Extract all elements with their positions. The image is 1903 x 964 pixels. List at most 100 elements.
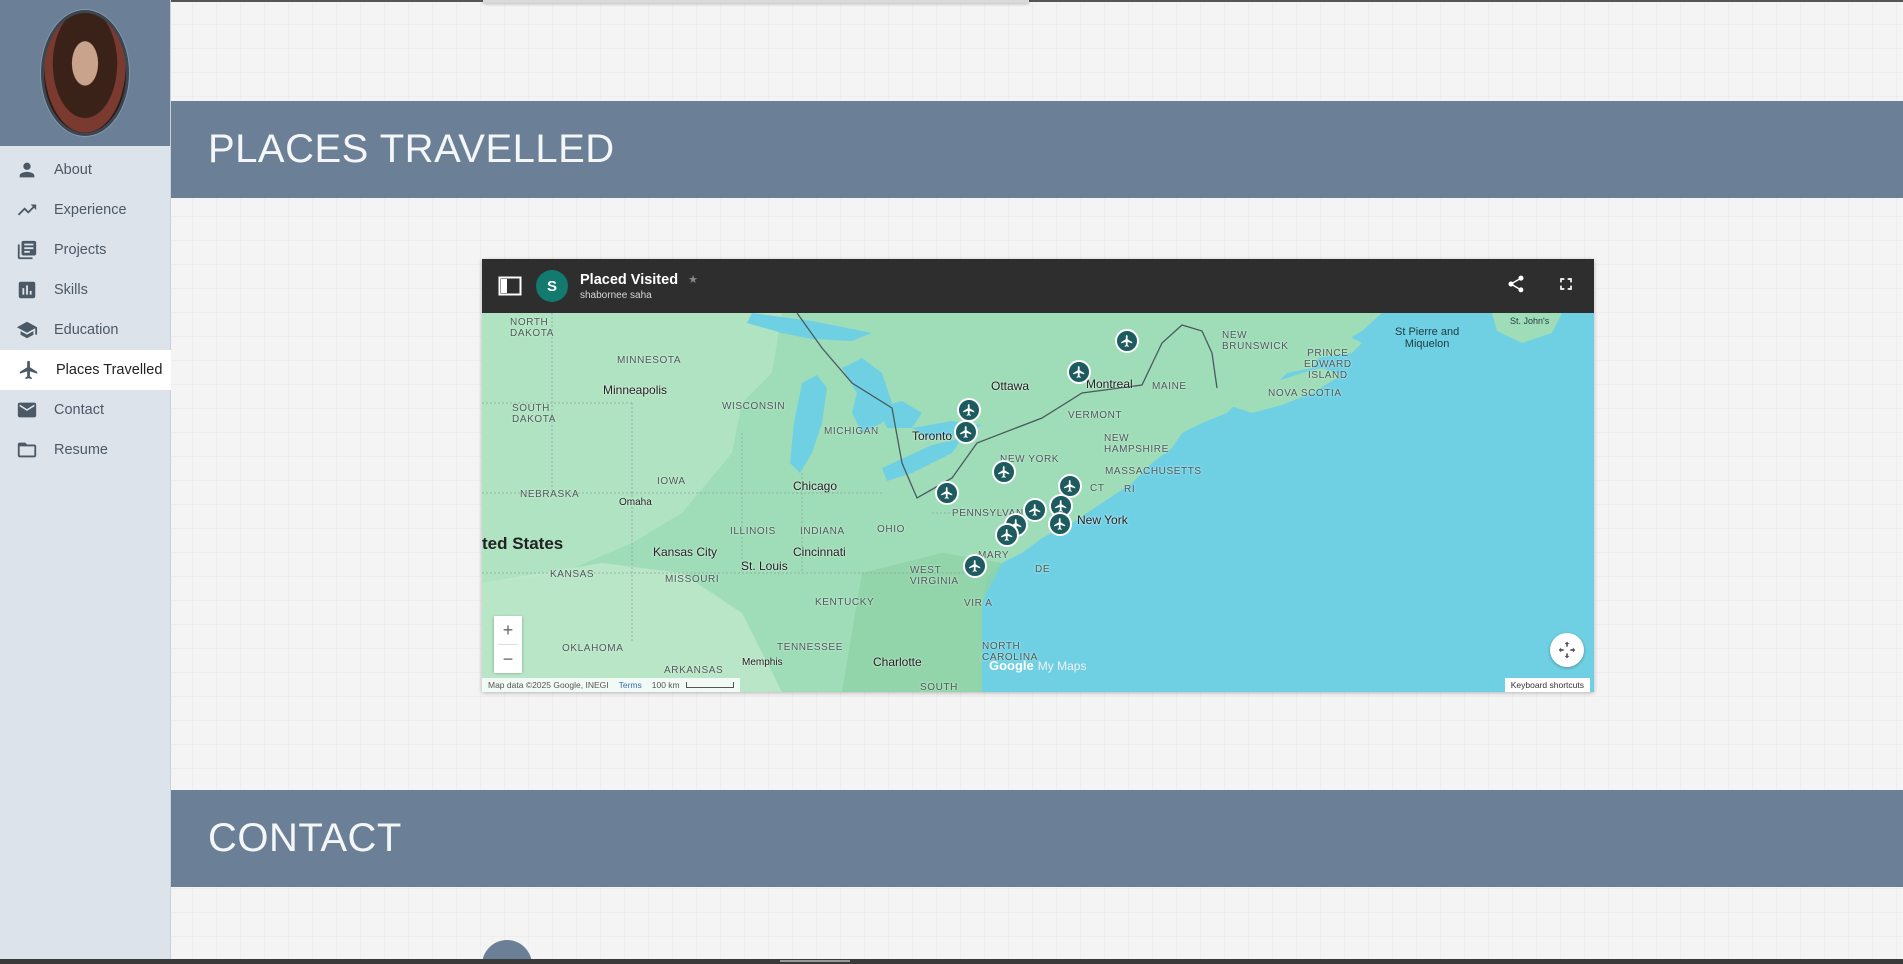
- share-icon[interactable]: [1506, 274, 1526, 299]
- scale-label: 100 km: [652, 680, 734, 690]
- school-icon: [14, 320, 40, 340]
- map-label-michigan: MICHIGAN: [824, 426, 879, 437]
- terms-link[interactable]: Terms: [619, 680, 642, 690]
- map-label-virginia: VIR A: [964, 598, 993, 609]
- map-label-new-brunswick: NEW BRUNSWICK: [1222, 330, 1289, 352]
- map-city-toronto: Toronto: [912, 429, 953, 443]
- section-title: CONTACT: [208, 816, 402, 860]
- map-label-wisconsin: WISCONSIN: [722, 401, 786, 412]
- folder-icon: [14, 440, 40, 460]
- map-city-new-york: New York: [1077, 513, 1128, 527]
- map-pin-airplane-icon[interactable]: [1115, 329, 1139, 353]
- map-pin-airplane-icon[interactable]: [992, 460, 1016, 484]
- scale-bar: [685, 682, 734, 688]
- map-city-omaha: Omaha: [619, 497, 652, 508]
- map-canvas[interactable]: NORTH DAKOTA MINNESOTA SOUTH DAKOTA WISCON…: [482, 313, 1594, 692]
- mail-icon: [14, 400, 40, 420]
- map-label-nova-scotia: NOVA SCOTIA: [1268, 388, 1342, 399]
- keyboard-shortcuts-link[interactable]: Keyboard shortcuts: [1504, 678, 1590, 692]
- map-city-st-johns: St. John's: [1510, 316, 1550, 326]
- sidebar-item-projects[interactable]: Projects: [0, 230, 170, 270]
- star-icon[interactable]: ★: [688, 273, 698, 286]
- fullscreen-icon[interactable]: [1556, 274, 1576, 299]
- map-label-south: SOUTH: [920, 682, 958, 692]
- contact-header: CONTACT: [171, 790, 1903, 887]
- map-city-memphis: Memphis: [742, 657, 783, 668]
- map-label-vermont: VERMONT: [1068, 410, 1123, 421]
- map-label-north-dakota: NORTH DAKOTA: [510, 317, 554, 339]
- zoom-in-button[interactable]: +: [494, 616, 522, 644]
- map-label-south-dakota: SOUTH DAKOTA: [512, 403, 556, 425]
- sidebar-item-label: Projects: [54, 242, 107, 258]
- map-city-chicago: Chicago: [793, 479, 838, 493]
- map-label-ct: CT: [1090, 483, 1105, 494]
- map-label-ohio: OHIO: [877, 524, 905, 535]
- sidebar-item-label: Resume: [54, 442, 108, 458]
- map-label-indiana: INDIANA: [800, 526, 845, 537]
- sidebar-item-contact[interactable]: Contact: [0, 390, 170, 430]
- map-owner-avatar: S: [536, 270, 568, 302]
- map-pin-airplane-icon[interactable]: [1067, 360, 1091, 384]
- sidebar-item-about[interactable]: About: [0, 150, 170, 190]
- sidebar-item-places-travelled[interactable]: Places Travelled: [0, 350, 171, 390]
- map-city-st-pierre: St Pierre and Miquelon: [1395, 326, 1460, 350]
- map-label-minnesota: MINNESOTA: [617, 355, 682, 366]
- map-pin-airplane-icon[interactable]: [935, 481, 959, 505]
- sidebar-nav: About Experience Projects Skills Educati…: [0, 146, 171, 470]
- google-my-maps-logo: Google My Maps: [989, 658, 1087, 673]
- sidebar-item-label: Contact: [54, 402, 104, 418]
- map-label-oklahoma: OKLAHOMA: [562, 643, 624, 654]
- section-title: PLACES TRAVELLED: [208, 127, 615, 171]
- map-city-charlotte: Charlotte: [873, 655, 922, 669]
- map-city-ottawa: Ottawa: [991, 379, 1030, 393]
- trending-up-icon: [14, 200, 40, 220]
- map-city-cincinnati: Cincinnati: [793, 545, 846, 559]
- map-label-nebraska: NEBRASKA: [520, 489, 580, 500]
- profile-avatar: [41, 10, 129, 136]
- map-label-de: DE: [1035, 564, 1051, 575]
- map-country-label: ted States: [482, 534, 564, 553]
- side-panel-icon[interactable]: [498, 276, 522, 296]
- map-city-montreal: Montreal: [1086, 377, 1133, 391]
- sidebar-header: [0, 0, 170, 146]
- scroll-thumb[interactable]: [780, 960, 850, 962]
- bar-chart-icon: [14, 280, 40, 300]
- places-travelled-header: PLACES TRAVELLED: [171, 101, 1903, 198]
- map-attribution: Map data ©2025 Google, INEGI Terms 100 k…: [482, 678, 740, 692]
- person-icon: [14, 160, 40, 180]
- map-label-new-hampshire: NEW HAMPSHIRE: [1104, 433, 1169, 455]
- zoom-out-button[interactable]: −: [494, 645, 522, 673]
- map-pin-airplane-icon[interactable]: [1048, 512, 1072, 536]
- map-city-st-louis: St. Louis: [741, 559, 788, 573]
- map-title: Placed Visited: [580, 271, 679, 288]
- sidebar: About Experience Projects Skills Educati…: [0, 0, 171, 964]
- map-pin-airplane-icon[interactable]: [957, 398, 981, 422]
- map-label-ri: RI: [1124, 484, 1136, 495]
- map-pin-airplane-icon[interactable]: [963, 554, 987, 578]
- zoom-controls: + −: [494, 616, 522, 673]
- map-label-kansas: KANSAS: [550, 569, 595, 580]
- sidebar-item-skills[interactable]: Skills: [0, 270, 170, 310]
- sidebar-item-label: Skills: [54, 282, 88, 298]
- sidebar-item-label: Education: [54, 322, 119, 338]
- map-city-kansas-city: Kansas City: [653, 545, 718, 559]
- map-label-massachusetts: MASSACHUSETTS: [1105, 466, 1202, 477]
- previous-section-card-edge: [483, 0, 1029, 3]
- map-label-maine: MAINE: [1152, 381, 1187, 392]
- library-books-icon: [14, 240, 40, 260]
- map-label-missouri: MISSOURI: [665, 574, 720, 585]
- fit-bounds-icon: [1558, 641, 1576, 659]
- recenter-button[interactable]: [1550, 633, 1584, 667]
- embedded-map[interactable]: S Placed Visited ★ shabornee saha NORTH …: [482, 259, 1594, 692]
- sidebar-item-experience[interactable]: Experience: [0, 190, 170, 230]
- map-pin-airplane-icon[interactable]: [954, 420, 978, 444]
- sidebar-item-education[interactable]: Education: [0, 310, 170, 350]
- map-data-credit: Map data ©2025 Google, INEGI: [488, 680, 609, 690]
- map-pin-airplane-icon[interactable]: [995, 523, 1019, 547]
- airplane-icon: [16, 360, 42, 380]
- map-label-west-virginia: WEST VIRGINIA: [910, 565, 959, 587]
- sidebar-item-label: About: [54, 162, 92, 178]
- map-header: S Placed Visited ★ shabornee saha: [482, 259, 1594, 313]
- sidebar-item-resume[interactable]: Resume: [0, 430, 170, 470]
- map-owner-name: shabornee saha: [580, 289, 652, 301]
